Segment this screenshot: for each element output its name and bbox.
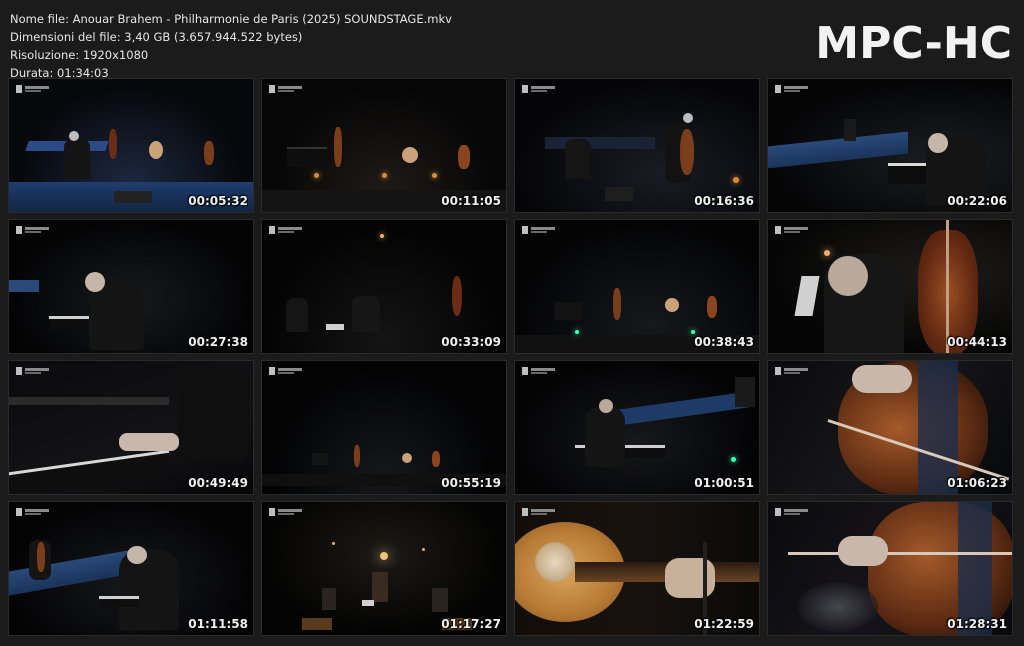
timestamp: 01:06:23 (947, 476, 1007, 490)
thumbnail[interactable]: 01:22:59 (514, 501, 760, 636)
channel-logo-icon (16, 84, 50, 94)
thumbnail[interactable]: 00:55:19 (261, 360, 507, 495)
thumbnail[interactable]: 01:11:58 (8, 501, 254, 636)
thumbnail[interactable]: 00:33:09 (261, 219, 507, 354)
channel-logo-icon (269, 225, 303, 235)
thumbnail[interactable]: 01:06:23 (767, 360, 1013, 495)
file-info-panel: Nome file: Anouar Brahem - Philharmonie … (10, 10, 452, 82)
channel-logo-icon (522, 366, 556, 376)
timestamp: 00:44:13 (947, 335, 1007, 349)
timestamp: 00:27:38 (188, 335, 248, 349)
thumbnail[interactable]: 00:49:49 (8, 360, 254, 495)
thumbnail[interactable]: 00:05:32 (8, 78, 254, 213)
channel-logo-icon (775, 84, 809, 94)
timestamp: 00:16:36 (694, 194, 754, 208)
channel-logo-icon (522, 507, 556, 517)
channel-logo-icon (522, 225, 556, 235)
mpc-hc-logo: MPC-HC (815, 18, 1012, 69)
channel-logo-icon (269, 84, 303, 94)
thumbnail-grid: 00:05:32 00:11:05 00:16:36 00:22:06 00:2… (8, 78, 1013, 636)
thumbnail[interactable]: 01:28:31 (767, 501, 1013, 636)
thumbnail[interactable]: 00:38:43 (514, 219, 760, 354)
timestamp: 00:49:49 (188, 476, 248, 490)
channel-logo-icon (269, 366, 303, 376)
timestamp: 01:28:31 (947, 617, 1007, 631)
channel-logo-icon (16, 366, 50, 376)
timestamp: 00:05:32 (188, 194, 248, 208)
channel-logo-icon (775, 225, 809, 235)
timestamp: 01:00:51 (694, 476, 754, 490)
timestamp: 01:11:58 (188, 617, 248, 631)
timestamp: 00:11:05 (441, 194, 501, 208)
channel-logo-icon (775, 507, 809, 517)
timestamp: 00:55:19 (441, 476, 501, 490)
thumbnail[interactable]: 00:27:38 (8, 219, 254, 354)
channel-logo-icon (522, 84, 556, 94)
timestamp: 01:22:59 (694, 617, 754, 631)
timestamp: 00:38:43 (694, 335, 754, 349)
timestamp: 01:17:27 (441, 617, 501, 631)
resolution-line: Risoluzione: 1920x1080 (10, 48, 149, 62)
channel-logo-icon (16, 507, 50, 517)
thumbnail[interactable]: 00:16:36 (514, 78, 760, 213)
thumbnail[interactable]: 00:22:06 (767, 78, 1013, 213)
timestamp: 00:22:06 (947, 194, 1007, 208)
channel-logo-icon (775, 366, 809, 376)
timestamp: 00:33:09 (441, 335, 501, 349)
thumbnail[interactable]: 01:17:27 (261, 501, 507, 636)
thumbnail[interactable]: 00:44:13 (767, 219, 1013, 354)
channel-logo-icon (269, 507, 303, 517)
file-size-line: Dimensioni del file: 3,40 GB (3.657.944.… (10, 30, 303, 44)
thumbnail[interactable]: 01:00:51 (514, 360, 760, 495)
file-name-line: Nome file: Anouar Brahem - Philharmonie … (10, 12, 452, 26)
channel-logo-icon (16, 225, 50, 235)
thumbnail[interactable]: 00:11:05 (261, 78, 507, 213)
